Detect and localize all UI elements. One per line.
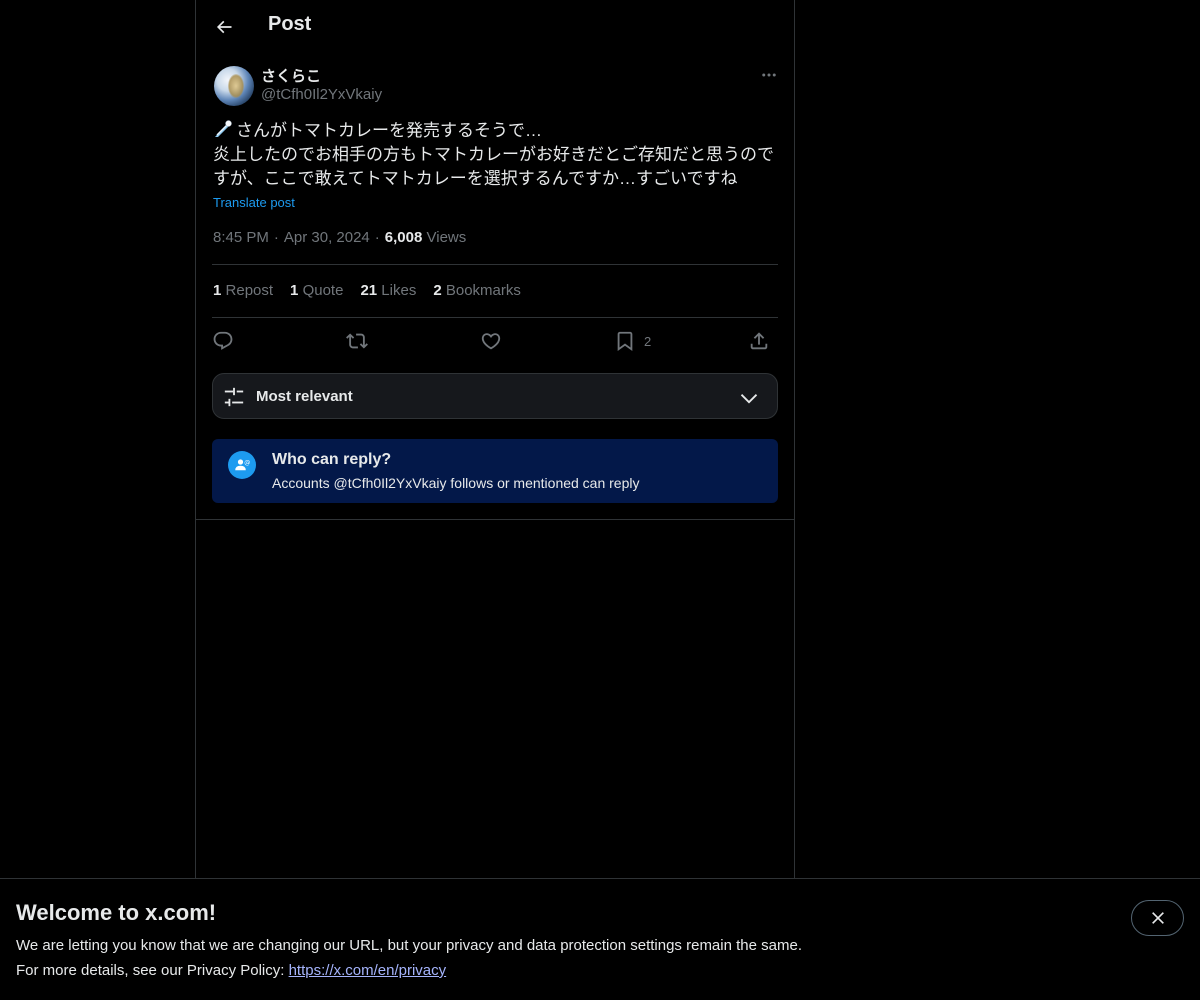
- post-meta: 8:45 PM · Apr 30, 2024 · 6,008 Views: [213, 229, 466, 246]
- sort-label: Most relevant: [256, 388, 353, 405]
- reply-restriction-subtitle: Accounts @tCfh0Il2YxVkaiy follows or men…: [272, 475, 640, 491]
- like-button[interactable]: [480, 328, 502, 354]
- repost-icon: [346, 333, 368, 349]
- more-icon: [762, 73, 776, 77]
- share-button[interactable]: [748, 328, 770, 354]
- reply-button[interactable]: [212, 328, 234, 354]
- reposts-label: Repost: [225, 282, 274, 299]
- bookmarks-label: Bookmarks: [445, 282, 521, 299]
- repost-button[interactable]: [346, 328, 368, 354]
- bookmark-button[interactable]: 2: [614, 328, 651, 354]
- arrow-left-icon: [216, 20, 232, 34]
- close-icon: [1151, 912, 1164, 924]
- translate-post-link[interactable]: Translate post: [213, 195, 295, 210]
- more-options-button[interactable]: [756, 64, 782, 86]
- reply-restriction-notice: @ Who can reply? Accounts @tCfh0Il2YxVka…: [212, 439, 778, 503]
- banner-privacy-line: For more details, see our Privacy Policy…: [16, 962, 446, 979]
- reply-icon: [213, 331, 233, 350]
- back-button[interactable]: [208, 10, 240, 44]
- divider: [212, 317, 778, 318]
- post-time[interactable]: 8:45 PM: [213, 229, 269, 246]
- post-text: さんがトマトカレーを発売するそうで… 炎上したのでお相手の方もトマトカレーがお好…: [213, 119, 779, 191]
- views-label: Views: [426, 229, 467, 246]
- reply-sort-dropdown[interactable]: Most relevant: [212, 373, 778, 419]
- page-title: Post: [268, 13, 312, 35]
- post-stats: 1 Repost 1 Quote 21 Likes 2 Bookmarks: [213, 282, 538, 299]
- banner-privacy-prefix: For more details, see our Privacy Policy…: [16, 962, 289, 979]
- welcome-banner: Welcome to x.com! We are letting you kno…: [0, 878, 1200, 1000]
- user-handle[interactable]: @tCfh0Il2YxVkaiy: [261, 86, 382, 103]
- header: Post: [196, 0, 794, 54]
- comet-emoji-icon: [215, 120, 232, 137]
- bookmarks-count: 2: [433, 282, 442, 299]
- privacy-policy-link[interactable]: https://x.com/en/privacy: [289, 962, 447, 979]
- banner-title: Welcome to x.com!: [16, 900, 217, 925]
- likes-stat[interactable]: 21 Likes: [360, 282, 416, 299]
- action-bar: 2: [212, 326, 778, 356]
- post-date[interactable]: Apr 30, 2024: [284, 229, 370, 246]
- quotes-count: 1: [290, 282, 299, 299]
- svg-text:@: @: [244, 459, 250, 466]
- close-banner-button[interactable]: [1131, 900, 1184, 936]
- likes-count: 21: [360, 282, 378, 299]
- reposts-count: 1: [213, 282, 222, 299]
- main-column: Post さくらこ @tCfh0Il2YxVkaiy さんがトマトカレーを発売す…: [195, 0, 795, 878]
- user-mention-icon: @: [228, 451, 256, 479]
- display-name[interactable]: さくらこ: [261, 65, 321, 86]
- bookmark-icon: [617, 331, 633, 352]
- likes-label: Likes: [381, 282, 417, 299]
- separator-dot: ·: [374, 229, 380, 246]
- reposts-stat[interactable]: 1 Repost: [213, 282, 273, 299]
- divider: [196, 519, 794, 520]
- separator-dot: ·: [273, 229, 279, 246]
- bookmarks-stat[interactable]: 2 Bookmarks: [433, 282, 521, 299]
- bookmark-count: 2: [644, 333, 652, 349]
- quotes-label: Quote: [302, 282, 344, 299]
- banner-message: We are letting you know that we are chan…: [16, 937, 802, 954]
- chevron-down-icon: [740, 394, 758, 404]
- share-icon: [750, 332, 768, 350]
- avatar[interactable]: [214, 66, 254, 106]
- sliders-icon: [224, 387, 244, 407]
- divider: [212, 264, 778, 265]
- post-text-content: さんがトマトカレーを発売するそうで… 炎上したのでお相手の方もトマトカレーがお好…: [213, 121, 774, 188]
- like-icon: [481, 333, 501, 350]
- views-count: 6,008: [384, 229, 423, 246]
- reply-restriction-title: Who can reply?: [272, 451, 392, 468]
- quotes-stat[interactable]: 1 Quote: [290, 282, 343, 299]
